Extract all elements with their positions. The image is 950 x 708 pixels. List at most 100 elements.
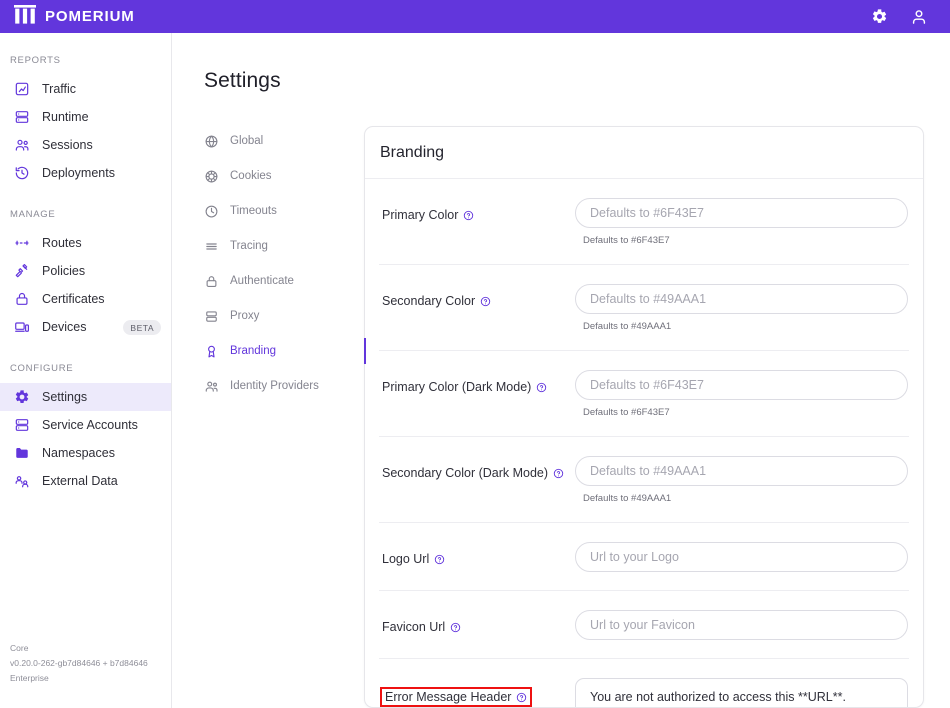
field-label: Secondary Color — [382, 294, 475, 308]
settings-tab-branding[interactable]: Branding — [204, 340, 342, 362]
primary-color-dark-mode-input[interactable] — [575, 370, 908, 400]
settings-tab-label: Identity Providers — [230, 380, 319, 392]
field-input-col — [575, 542, 909, 572]
sidebar-item-runtime[interactable]: Runtime — [0, 103, 171, 131]
field-row: Primary Color (Dark Mode) Defaults to #6F… — [379, 351, 909, 437]
settings-tab-label: Authenticate — [230, 275, 294, 287]
settings-tab-label: Cookies — [230, 170, 272, 182]
brand-logo[interactable]: POMERIUM — [14, 5, 135, 29]
branding-ribbon-icon — [204, 344, 219, 359]
error-message-header-input[interactable] — [575, 678, 908, 707]
sidebar-item-certificates[interactable]: Certificates — [0, 285, 171, 313]
main-content: Settings Global Cookies Timeouts Tracing Aut… — [172, 33, 950, 708]
field-input-col — [575, 610, 909, 640]
sidebar-item-routes[interactable]: Routes — [0, 229, 171, 257]
help-circle-icon[interactable] — [553, 468, 564, 479]
settings-tab-label: Tracing — [230, 240, 268, 252]
sidebar-item-settings[interactable]: Settings — [0, 383, 171, 411]
runtime-server-icon — [14, 109, 30, 125]
gear-icon[interactable] — [871, 8, 888, 25]
field-label-group: Secondary Color (Dark Mode) — [380, 465, 566, 481]
annotated-field-label: Error Message Header — [380, 687, 532, 707]
help-circle-icon[interactable] — [536, 382, 547, 393]
settings-tab-label: Proxy — [230, 310, 259, 322]
logo-url-input[interactable] — [575, 542, 908, 572]
settings-tab-timeouts[interactable]: Timeouts — [204, 200, 342, 222]
help-circle-icon[interactable] — [463, 210, 474, 221]
sidebar-item-external-data[interactable]: External Data — [0, 467, 171, 495]
field-row: Error Message HeaderCan contain plain te… — [379, 659, 909, 707]
sidebar-item-deployments[interactable]: Deployments — [0, 159, 171, 187]
sidebar-item-label: Sessions — [42, 138, 93, 152]
help-circle-icon[interactable] — [450, 622, 461, 633]
user-account-icon[interactable] — [910, 8, 928, 26]
secondary-color-dark-mode-input[interactable] — [575, 456, 908, 486]
field-label: Secondary Color (Dark Mode) — [382, 466, 548, 480]
settings-tab-global[interactable]: Global — [204, 130, 342, 152]
cookie-icon — [204, 169, 219, 184]
proxy-stack-icon — [204, 309, 219, 324]
tracing-lines-icon — [204, 239, 219, 254]
field-label: Primary Color — [382, 208, 458, 222]
settings-subnav: Global Cookies Timeouts Tracing Authenticate… — [204, 126, 342, 708]
field-row: Logo Url — [379, 523, 909, 591]
traffic-chart-icon — [14, 81, 30, 97]
settings-tab-identity-providers[interactable]: Identity Providers — [204, 375, 342, 397]
page-title: Settings — [204, 69, 924, 93]
certificates-lock-icon — [14, 291, 30, 307]
namespaces-folder-icon — [14, 445, 30, 461]
field-label: Error Message Header — [385, 690, 511, 704]
settings-tab-tracing[interactable]: Tracing — [204, 235, 342, 257]
sidebar-item-label: Certificates — [42, 292, 105, 306]
help-circle-icon[interactable] — [434, 554, 445, 565]
identity-providers-people-icon — [204, 379, 219, 394]
field-input-col: Defaults to #6F43E7 — [575, 198, 909, 246]
pomerium-logo-icon — [14, 5, 36, 29]
settings-content: Global Cookies Timeouts Tracing Authenticate… — [204, 126, 924, 708]
field-helper-text: Defaults to #49AAA1 — [575, 486, 908, 504]
version-edition: Enterprise — [10, 671, 171, 686]
help-circle-icon[interactable] — [480, 296, 491, 307]
sidebar-item-sessions[interactable]: Sessions — [0, 131, 171, 159]
sidebar-item-namespaces[interactable]: Namespaces — [0, 439, 171, 467]
app-root: POMERIUM REPORTSTraffic Runtime Sessions De… — [0, 0, 950, 708]
sidebar-item-service-accounts[interactable]: Service Accounts — [0, 411, 171, 439]
favicon-url-input[interactable] — [575, 610, 908, 640]
nav-section-label: MANAGE — [0, 201, 171, 229]
nav-section-gap — [0, 187, 171, 201]
field-label-group: Primary Color (Dark Mode) — [380, 379, 549, 395]
field-helper-text: Defaults to #6F43E7 — [575, 400, 908, 418]
nav-section-label: CONFIGURE — [0, 355, 171, 383]
field-label: Primary Color (Dark Mode) — [382, 380, 531, 394]
globe-icon — [204, 134, 219, 149]
sidebar-item-devices[interactable]: DevicesBETA — [0, 313, 171, 341]
card-body: Primary Color Defaults to #6F43E7 Secondar… — [365, 179, 923, 707]
sidebar-item-traffic[interactable]: Traffic — [0, 75, 171, 103]
settings-tab-cookies[interactable]: Cookies — [204, 165, 342, 187]
nav-section-gap — [0, 341, 171, 355]
secondary-color-input[interactable] — [575, 284, 908, 314]
external-data-icon — [14, 473, 30, 489]
top-bar-actions — [871, 8, 938, 26]
sidebar-item-label: Namespaces — [42, 446, 115, 460]
settings-gear-icon — [14, 389, 30, 405]
help-circle-icon[interactable] — [516, 692, 527, 703]
field-label-group: Secondary Color — [380, 293, 493, 309]
settings-tab-authenticate[interactable]: Authenticate — [204, 270, 342, 292]
sidebar: REPORTSTraffic Runtime Sessions Deployments… — [0, 33, 172, 708]
version-string: v0.20.0-262-gb7d84646 + b7d84646 — [10, 656, 171, 671]
sidebar-item-label: Runtime — [42, 110, 89, 124]
sidebar-item-policies[interactable]: Policies — [0, 257, 171, 285]
field-label: Logo Url — [382, 552, 429, 566]
card-title: Branding — [380, 144, 901, 162]
field-helper-text: Defaults to #49AAA1 — [575, 314, 908, 332]
field-input-col: Defaults to #49AAA1 — [575, 456, 909, 504]
nav-section-label: REPORTS — [0, 47, 171, 75]
field-label: Favicon Url — [382, 620, 445, 634]
field-input-col: Defaults to #49AAA1 — [575, 284, 909, 332]
branding-card: Branding Primary Color Defaults to #6F43E… — [364, 126, 924, 708]
card-header: Branding — [365, 127, 923, 179]
sidebar-item-label: Settings — [42, 390, 87, 404]
settings-tab-proxy[interactable]: Proxy — [204, 305, 342, 327]
primary-color-input[interactable] — [575, 198, 908, 228]
